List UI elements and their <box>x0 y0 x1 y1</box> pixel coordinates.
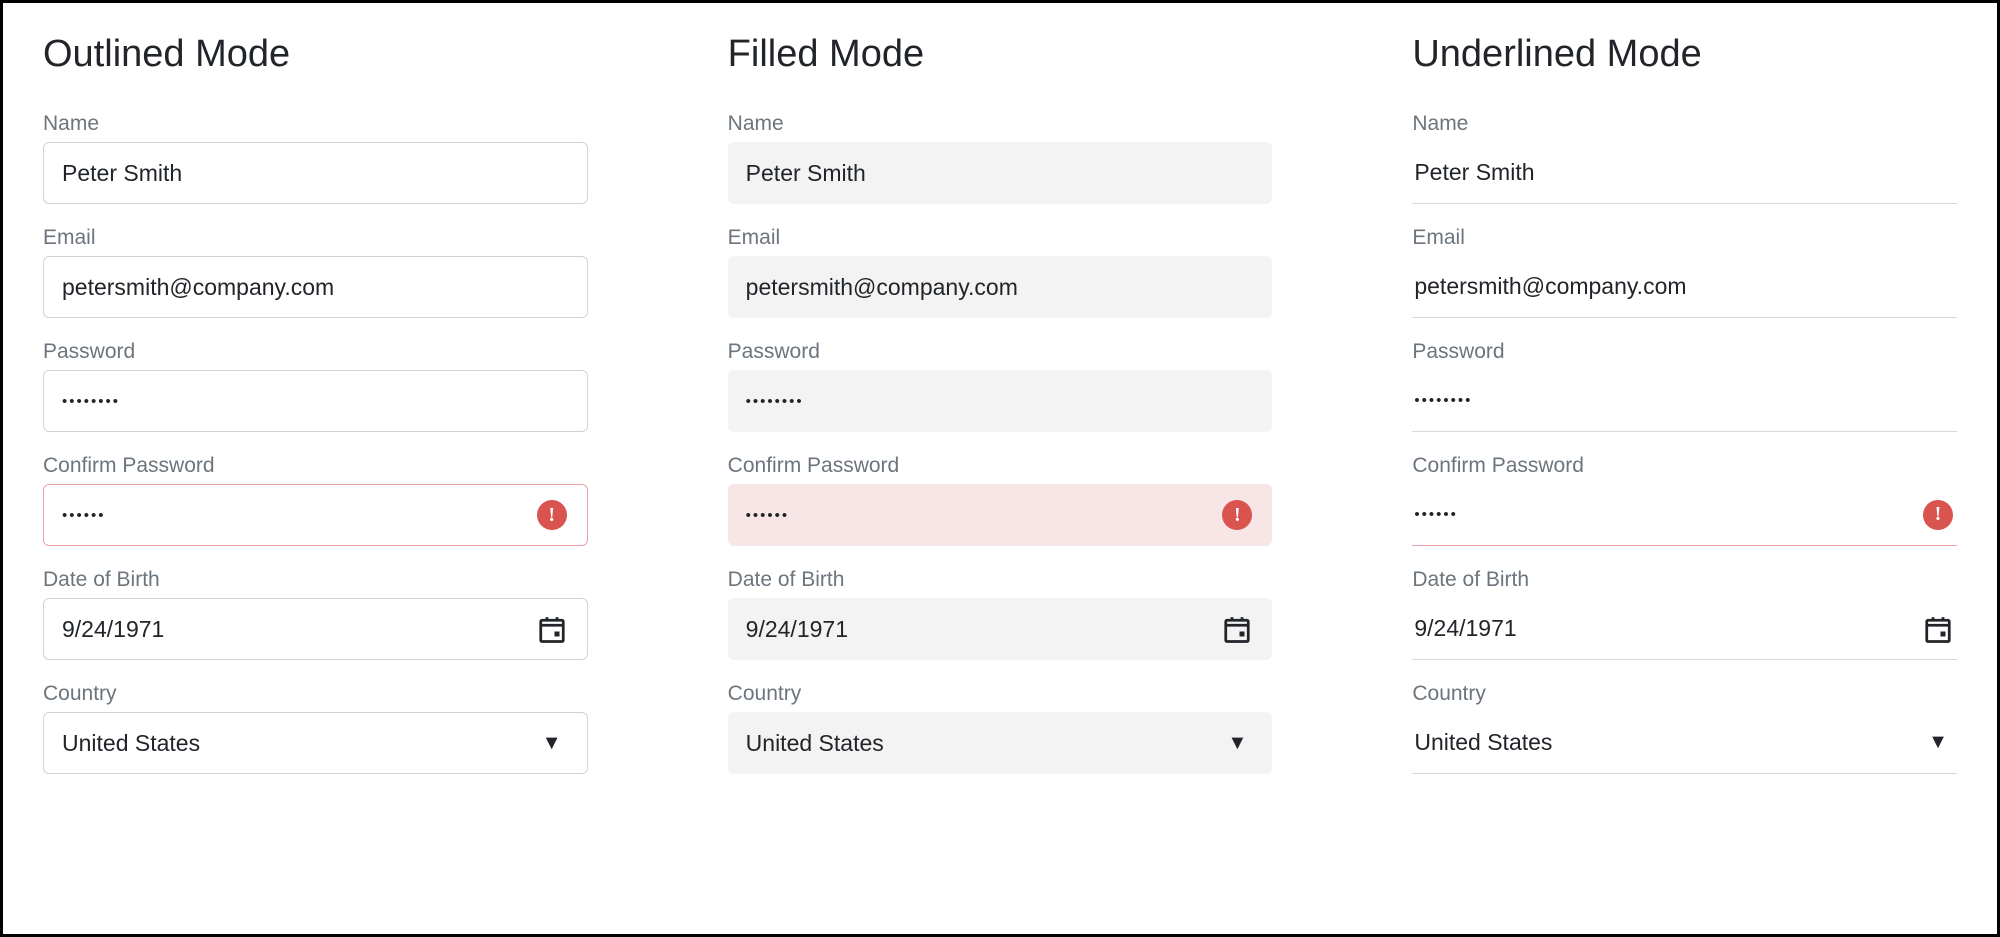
dob-label: Date of Birth <box>728 568 1273 592</box>
password-input[interactable]: •••••••• <box>1414 392 1955 409</box>
exclamation-icon: ! <box>1222 500 1252 530</box>
underlined-title: Underlined Mode <box>1412 33 1957 76</box>
password-input[interactable]: •••••••• <box>746 393 1255 410</box>
modes-demo-frame: Outlined Mode Name Email Password ••••••… <box>0 0 2000 937</box>
name-label: Name <box>728 112 1273 136</box>
email-input[interactable] <box>746 256 1255 318</box>
password-input-wrap[interactable]: •••••••• <box>43 370 588 432</box>
name-field: Name <box>43 112 588 204</box>
confirm-password-field: Confirm Password •••••• ! <box>43 454 588 546</box>
name-input-wrap[interactable] <box>43 142 588 204</box>
confirm-password-input-wrap[interactable]: •••••• ! <box>43 484 588 546</box>
dob-input[interactable]: 9/24/1971 <box>746 616 1221 643</box>
filled-column: Filled Mode Name Email Password ••••••••… <box>728 33 1273 894</box>
password-field: Password •••••••• <box>728 340 1273 432</box>
exclamation-icon: ! <box>1923 500 1953 530</box>
name-input[interactable] <box>62 143 569 203</box>
country-select-wrap[interactable]: United States ▼ <box>43 712 588 774</box>
country-field: Country United States ▼ <box>728 682 1273 774</box>
country-select[interactable]: United States <box>1414 729 1921 756</box>
confirm-password-input[interactable]: •••••• <box>1414 506 1921 523</box>
chevron-down-icon[interactable]: ▼ <box>535 726 569 760</box>
outlined-column: Outlined Mode Name Email Password ••••••… <box>43 33 588 894</box>
error-icon: ! <box>535 498 569 532</box>
confirm-password-input-wrap[interactable]: •••••• ! <box>1412 484 1957 546</box>
calendar-icon[interactable] <box>535 612 569 646</box>
country-field: Country United States ▼ <box>1412 682 1957 774</box>
country-select-wrap[interactable]: United States ▼ <box>728 712 1273 774</box>
dob-input[interactable]: 9/24/1971 <box>62 616 535 643</box>
password-field: Password •••••••• <box>1412 340 1957 432</box>
country-label: Country <box>728 682 1273 706</box>
email-label: Email <box>1412 226 1957 250</box>
password-field: Password •••••••• <box>43 340 588 432</box>
underlined-column: Underlined Mode Name Email Password ••••… <box>1412 33 1957 894</box>
outlined-title: Outlined Mode <box>43 33 588 76</box>
email-input[interactable] <box>1414 256 1955 317</box>
calendar-icon[interactable] <box>1921 612 1955 646</box>
email-field: Email <box>728 226 1273 318</box>
chevron-down-icon[interactable]: ▼ <box>1220 726 1254 760</box>
country-label: Country <box>1412 682 1957 706</box>
email-input[interactable] <box>62 257 569 317</box>
dob-field: Date of Birth 9/24/1971 <box>43 568 588 660</box>
error-icon: ! <box>1220 498 1254 532</box>
email-label: Email <box>43 226 588 250</box>
password-input-wrap[interactable]: •••••••• <box>1412 370 1957 432</box>
name-input-wrap[interactable] <box>1412 142 1957 204</box>
password-input[interactable]: •••••••• <box>62 393 569 410</box>
password-label: Password <box>43 340 588 364</box>
confirm-password-input[interactable]: •••••• <box>746 507 1221 524</box>
dob-input-wrap[interactable]: 9/24/1971 <box>1412 598 1957 660</box>
confirm-password-input-wrap[interactable]: •••••• ! <box>728 484 1273 546</box>
email-input-wrap[interactable] <box>43 256 588 318</box>
confirm-password-label: Confirm Password <box>728 454 1273 478</box>
email-input-wrap[interactable] <box>728 256 1273 318</box>
name-input[interactable] <box>1414 142 1955 203</box>
email-field: Email <box>1412 226 1957 318</box>
email-input-wrap[interactable] <box>1412 256 1957 318</box>
confirm-password-input[interactable]: •••••• <box>62 507 535 524</box>
confirm-password-label: Confirm Password <box>43 454 588 478</box>
country-label: Country <box>43 682 588 706</box>
country-select-wrap[interactable]: United States ▼ <box>1412 712 1957 774</box>
email-label: Email <box>728 226 1273 250</box>
dob-label: Date of Birth <box>1412 568 1957 592</box>
name-input[interactable] <box>746 142 1255 204</box>
chevron-down-icon[interactable]: ▼ <box>1921 726 1955 760</box>
name-field: Name <box>1412 112 1957 204</box>
password-input-wrap[interactable]: •••••••• <box>728 370 1273 432</box>
name-input-wrap[interactable] <box>728 142 1273 204</box>
password-label: Password <box>1412 340 1957 364</box>
error-icon: ! <box>1921 498 1955 532</box>
filled-title: Filled Mode <box>728 33 1273 76</box>
country-select[interactable]: United States <box>62 730 535 757</box>
dob-label: Date of Birth <box>43 568 588 592</box>
dob-field: Date of Birth 9/24/1971 <box>728 568 1273 660</box>
confirm-password-field: Confirm Password •••••• ! <box>1412 454 1957 546</box>
country-select[interactable]: United States <box>746 730 1221 757</box>
password-label: Password <box>728 340 1273 364</box>
exclamation-icon: ! <box>537 500 567 530</box>
confirm-password-label: Confirm Password <box>1412 454 1957 478</box>
dob-input[interactable]: 9/24/1971 <box>1414 615 1921 642</box>
calendar-icon[interactable] <box>1220 612 1254 646</box>
dob-input-wrap[interactable]: 9/24/1971 <box>43 598 588 660</box>
name-label: Name <box>43 112 588 136</box>
name-label: Name <box>1412 112 1957 136</box>
country-field: Country United States ▼ <box>43 682 588 774</box>
confirm-password-field: Confirm Password •••••• ! <box>728 454 1273 546</box>
name-field: Name <box>728 112 1273 204</box>
dob-field: Date of Birth 9/24/1971 <box>1412 568 1957 660</box>
dob-input-wrap[interactable]: 9/24/1971 <box>728 598 1273 660</box>
email-field: Email <box>43 226 588 318</box>
